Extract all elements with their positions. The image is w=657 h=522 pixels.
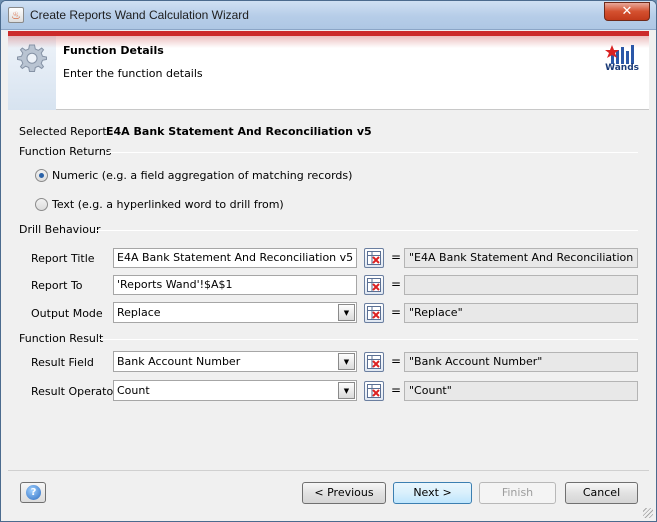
- report-title-input[interactable]: E4A Bank Statement And Reconciliation v5: [113, 248, 357, 268]
- next-button[interactable]: Next >: [393, 482, 472, 504]
- header-title: Function Details: [63, 44, 164, 57]
- equals-sign: =: [391, 277, 402, 291]
- report-title-label: Report Title: [31, 252, 95, 265]
- report-to-formula-button[interactable]: [364, 275, 384, 295]
- window-title: Create Reports Wand Calculation Wizard: [30, 8, 249, 22]
- report-to-result: [404, 275, 638, 295]
- chevron-down-icon[interactable]: ▼: [338, 353, 355, 370]
- text-radio-label[interactable]: Text (e.g. a hyperlinked word to drill f…: [52, 198, 284, 211]
- equals-sign: =: [391, 250, 402, 264]
- section-divider: [98, 339, 638, 340]
- formula-builder-icon: [367, 251, 381, 265]
- wizard-header: Function Details Enter the function deta…: [8, 31, 649, 110]
- equals-sign: =: [391, 305, 402, 319]
- formula-builder-icon: [367, 306, 381, 320]
- section-divider: [95, 230, 638, 231]
- equals-sign: =: [391, 354, 402, 368]
- wizard-window: ♨ Create Reports Wand Calculation Wizard…: [0, 0, 657, 522]
- output-mode-formula-button[interactable]: [364, 303, 384, 323]
- result-field-result: "Bank Account Number": [404, 352, 638, 372]
- equals-sign: =: [391, 383, 402, 397]
- java-app-icon: ♨: [8, 7, 24, 23]
- report-title-result: "E4A Bank Statement And Reconciliation v…: [404, 248, 638, 268]
- wands-logo-text: Wands: [605, 63, 639, 73]
- report-title-formula-button[interactable]: [364, 248, 384, 268]
- header-subtitle: Enter the function details: [63, 67, 203, 80]
- output-mode-select[interactable]: Replace ▼: [113, 302, 357, 323]
- result-operator-result: "Count": [404, 381, 638, 401]
- gear-icon: [17, 44, 47, 72]
- result-field-value: Bank Account Number: [117, 355, 241, 368]
- result-operator-formula-button[interactable]: [364, 381, 384, 401]
- result-operator-value: Count: [117, 384, 150, 397]
- text-radio[interactable]: [35, 198, 48, 211]
- function-result-section-label: Function Result: [19, 332, 104, 345]
- section-divider: [107, 152, 638, 153]
- selected-report-value: E4A Bank Statement And Reconciliation v5: [106, 125, 372, 138]
- help-button[interactable]: ?: [20, 482, 46, 503]
- drill-behaviour-section-label: Drill Behaviour: [19, 223, 101, 236]
- selected-report-label: Selected Report:: [19, 125, 111, 138]
- title-bar[interactable]: ♨ Create Reports Wand Calculation Wizard…: [1, 1, 656, 30]
- output-mode-label: Output Mode: [31, 307, 103, 320]
- close-button[interactable]: ✕: [604, 2, 650, 21]
- function-returns-section-label: Function Returns: [19, 145, 112, 158]
- help-icon: ?: [26, 485, 41, 500]
- formula-builder-icon: [367, 384, 381, 398]
- report-to-input[interactable]: 'Reports Wand'!$A$1: [113, 275, 357, 295]
- chevron-down-icon[interactable]: ▼: [338, 304, 355, 321]
- result-operator-select[interactable]: Count ▼: [113, 380, 357, 401]
- chevron-down-icon[interactable]: ▼: [338, 382, 355, 399]
- result-operator-label: Result Operator: [31, 385, 118, 398]
- previous-button[interactable]: < Previous: [302, 482, 386, 504]
- output-mode-result: "Replace": [404, 303, 638, 323]
- cancel-button[interactable]: Cancel: [565, 482, 638, 504]
- result-field-formula-button[interactable]: [364, 352, 384, 372]
- numeric-radio-label[interactable]: Numeric (e.g. a field aggregation of mat…: [52, 169, 352, 182]
- result-field-select[interactable]: Bank Account Number ▼: [113, 351, 357, 372]
- footer-divider: [8, 470, 649, 471]
- report-to-label: Report To: [31, 279, 83, 292]
- formula-builder-icon: [367, 355, 381, 369]
- result-field-label: Result Field: [31, 356, 94, 369]
- numeric-radio[interactable]: [35, 169, 48, 182]
- resize-grip[interactable]: [643, 508, 653, 518]
- output-mode-value: Replace: [117, 306, 161, 319]
- finish-button[interactable]: Finish: [479, 482, 556, 504]
- formula-builder-icon: [367, 278, 381, 292]
